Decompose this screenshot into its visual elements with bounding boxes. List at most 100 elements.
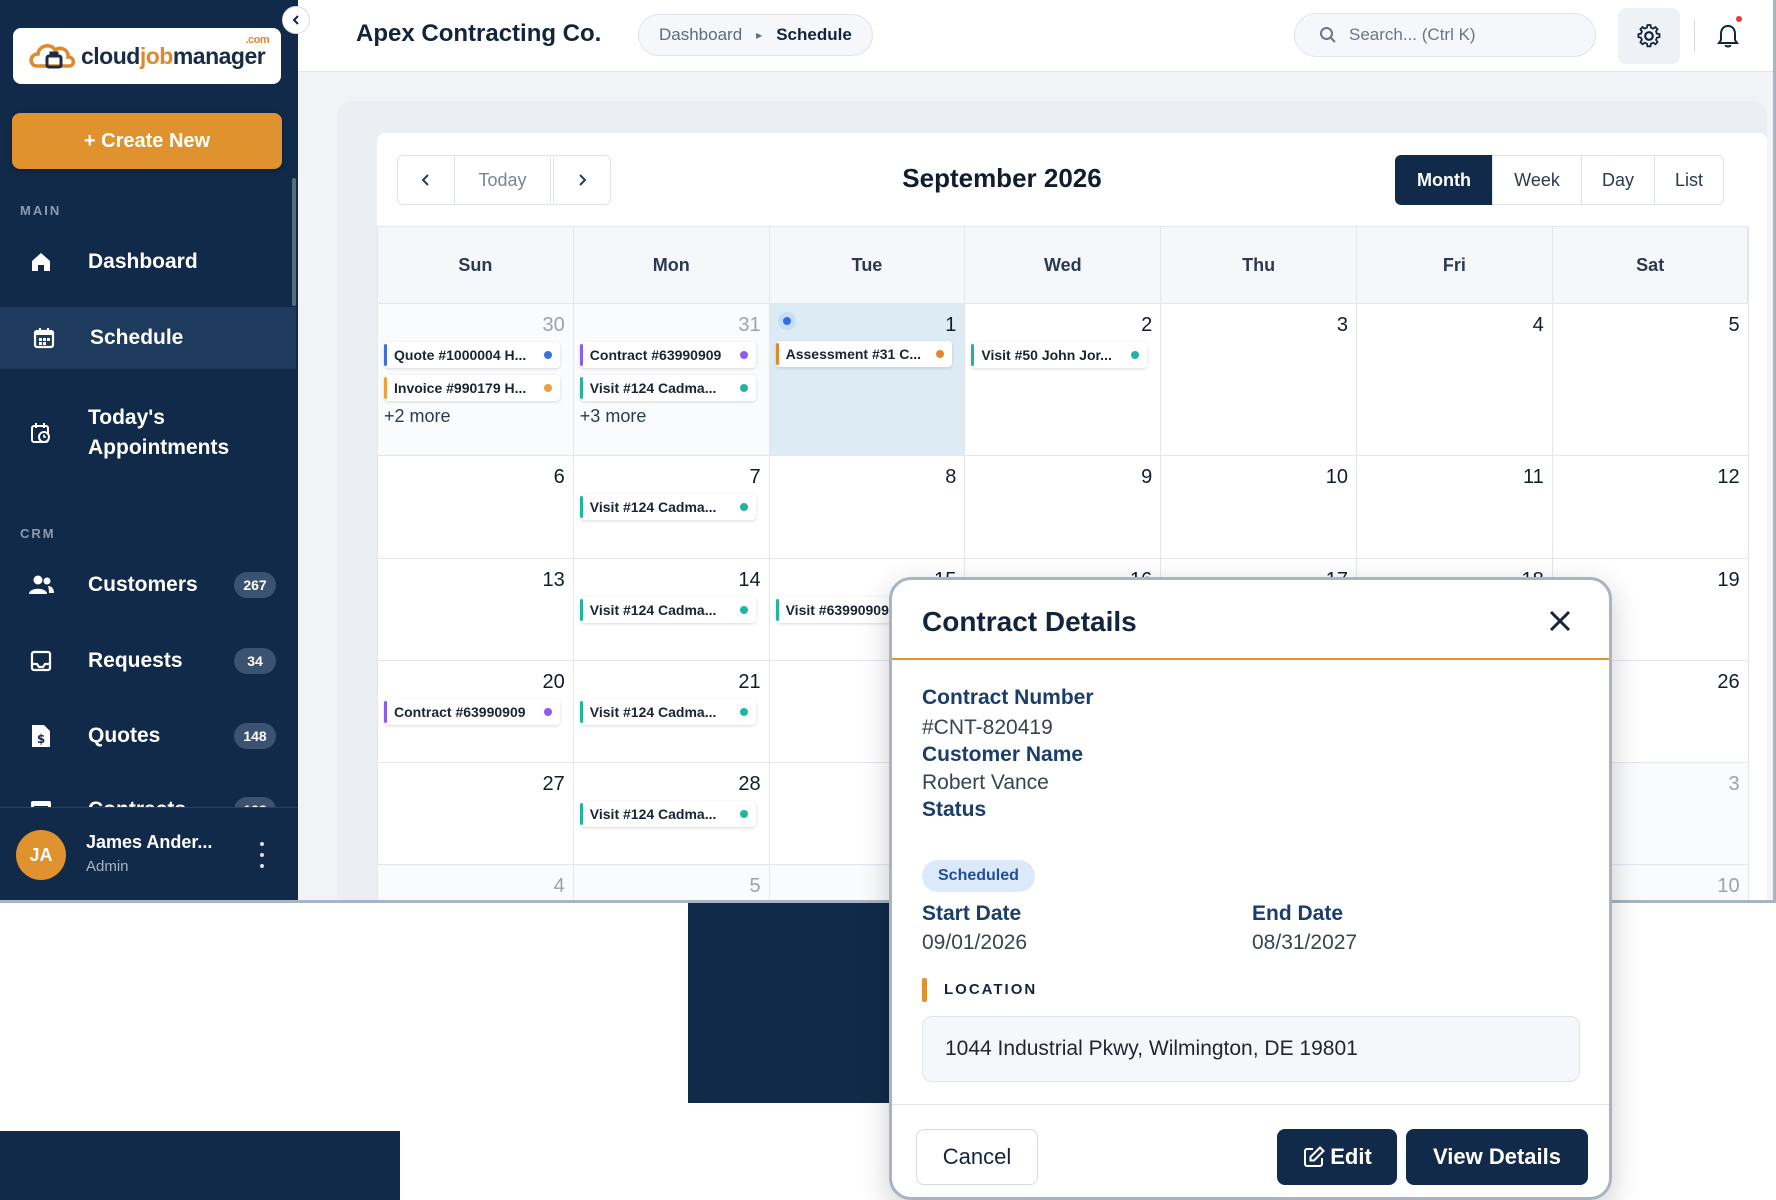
calendar-event[interactable]: Visit #124 Cadma... (579, 375, 756, 401)
day-cell[interactable]: 27 (378, 763, 574, 865)
customers-count-badge: 267 (234, 572, 276, 598)
more-events-link[interactable]: +3 more (580, 406, 647, 427)
view-details-button[interactable]: View Details (1406, 1129, 1588, 1185)
day-number[interactable]: 3 (1337, 314, 1348, 337)
day-cell[interactable]: 5 (573, 865, 770, 900)
day-number[interactable]: 28 (738, 773, 760, 796)
day-cell[interactable]: 20 Contract #63990909 (378, 661, 574, 763)
day-cell[interactable]: 8 (769, 456, 966, 559)
day-cell[interactable]: 11 (1356, 456, 1553, 559)
day-number[interactable]: 31 (738, 314, 760, 337)
settings-button[interactable] (1618, 8, 1680, 64)
day-number[interactable]: 6 (554, 466, 565, 489)
day-cell[interactable]: 30 Quote #1000004 H... Invoice #990179 H..… (378, 304, 574, 456)
day-number[interactable]: 9 (1141, 466, 1152, 489)
day-number[interactable]: 26 (1717, 671, 1739, 694)
day-number[interactable]: 5 (749, 875, 760, 898)
calendar-event[interactable]: Visit #50 John Jor... (971, 342, 1148, 368)
day-cell[interactable]: 31 Contract #63990909 Visit #124 Cadma... +… (573, 304, 770, 456)
day-cell[interactable]: 9 (965, 456, 1162, 559)
day-number[interactable]: 4 (554, 875, 565, 898)
view-list-button[interactable]: List (1654, 155, 1724, 205)
event-status-dot (739, 708, 748, 716)
day-number[interactable]: 5 (1728, 314, 1739, 337)
day-number[interactable]: 27 (543, 773, 565, 796)
calendar-event[interactable]: Visit #124 Cadma... (579, 494, 756, 520)
day-number[interactable]: 13 (543, 569, 565, 592)
notifications-button[interactable] (1706, 14, 1750, 58)
logo[interactable]: cloudjobmanager .com (13, 28, 281, 84)
day-cell[interactable]: 14 Visit #124 Cadma... (573, 559, 770, 661)
day-number[interactable]: 30 (543, 314, 565, 337)
sidebar-item-requests[interactable]: Requests 34 (0, 633, 296, 689)
day-cell[interactable]: 4 (378, 865, 574, 900)
day-number[interactable]: 2 (1141, 314, 1152, 337)
day-cell[interactable]: 4 (1356, 304, 1553, 456)
sidebar-item-dashboard[interactable]: Dashboard (0, 234, 296, 290)
collapse-sidebar-button[interactable] (282, 6, 310, 34)
user-role: Admin (86, 858, 129, 875)
cancel-button[interactable]: Cancel (916, 1129, 1038, 1185)
day-number[interactable]: 3 (1728, 773, 1739, 796)
user-profile[interactable]: JA James Ander... Admin (0, 807, 298, 900)
end-date-label: End Date (1252, 902, 1344, 925)
edit-button[interactable]: Edit (1277, 1129, 1397, 1185)
sidebar-scrollbar[interactable] (292, 178, 296, 306)
calendar-event[interactable]: Assessment #31 C... (775, 341, 952, 367)
day-cell[interactable]: 28 Visit #124 Cadma... (573, 763, 770, 865)
bell-icon (1717, 24, 1739, 48)
day-number[interactable]: 20 (543, 671, 565, 694)
sidebar-item-customers[interactable]: Customers 267 (0, 557, 296, 613)
more-events-link[interactable]: +2 more (384, 406, 451, 427)
event-label: Visit #124 Cadma... (589, 704, 717, 720)
weekday-mon: Mon (574, 227, 770, 303)
sidebar-item-schedule[interactable]: Schedule (0, 307, 296, 369)
search-input[interactable] (1349, 25, 1569, 45)
calendar-event[interactable]: Visit #124 Cadma... (579, 597, 756, 623)
calendar-event[interactable]: Invoice #990179 H... (384, 375, 560, 401)
calendar-event[interactable]: Quote #1000004 H... (384, 342, 560, 368)
calendar-event[interactable]: Contract #63990909 (384, 699, 560, 725)
day-number[interactable]: 11 (1523, 466, 1544, 489)
view-switcher: Month Week Day List (1395, 155, 1724, 205)
day-cell[interactable]: 5 (1552, 304, 1749, 456)
gear-icon (1637, 24, 1661, 48)
day-cell[interactable]: 21 Visit #124 Cadma... (573, 661, 770, 763)
more-options-icon[interactable] (252, 842, 272, 868)
sidebar-item-todays-appointments[interactable]: Today's Appointments (0, 398, 296, 468)
day-cell[interactable]: 12 (1552, 456, 1749, 559)
day-cell[interactable]: 2 Visit #50 John Jor... (965, 304, 1162, 456)
sidebar-item-quotes[interactable]: $ Quotes 148 (0, 708, 296, 764)
customer-name-value: Robert Vance (922, 771, 1049, 794)
day-cell-today[interactable]: 1 Assessment #31 C... (769, 304, 966, 456)
day-number[interactable]: 14 (738, 569, 760, 592)
day-number[interactable]: 7 (749, 466, 760, 489)
day-number[interactable]: 21 (738, 671, 760, 694)
day-number[interactable]: 8 (945, 466, 956, 489)
breadcrumb-dashboard[interactable]: Dashboard (659, 25, 742, 45)
event-status-dot (544, 708, 552, 716)
view-day-button[interactable]: Day (1581, 155, 1655, 205)
day-number[interactable]: 1 (945, 314, 956, 337)
calendar-event[interactable]: Visit #124 Cadma... (579, 699, 756, 725)
breadcrumb-schedule: Schedule (776, 25, 852, 44)
create-new-button[interactable]: + Create New (12, 113, 282, 169)
day-number[interactable]: 10 (1326, 466, 1348, 489)
day-cell[interactable]: 13 (378, 559, 574, 661)
day-number[interactable]: 19 (1717, 569, 1739, 592)
calendar-event[interactable]: Visit #124 Cadma... (579, 801, 756, 827)
day-number[interactable]: 10 (1717, 875, 1739, 898)
home-icon (28, 249, 54, 275)
day-cell[interactable]: 6 (378, 456, 574, 559)
day-cell[interactable]: 10 (1161, 456, 1357, 559)
view-week-button[interactable]: Week (1492, 155, 1582, 205)
view-month-button[interactable]: Month (1395, 155, 1493, 205)
day-cell[interactable]: 3 (1161, 304, 1357, 456)
close-icon[interactable] (1547, 608, 1573, 634)
day-number[interactable]: 4 (1533, 314, 1544, 337)
calendar-event[interactable]: Contract #63990909 (579, 342, 756, 368)
status-badge: Scheduled (922, 860, 1035, 892)
day-cell[interactable]: 7 Visit #124 Cadma... (573, 456, 770, 559)
day-number[interactable]: 12 (1717, 466, 1739, 489)
search-box[interactable] (1294, 13, 1596, 57)
